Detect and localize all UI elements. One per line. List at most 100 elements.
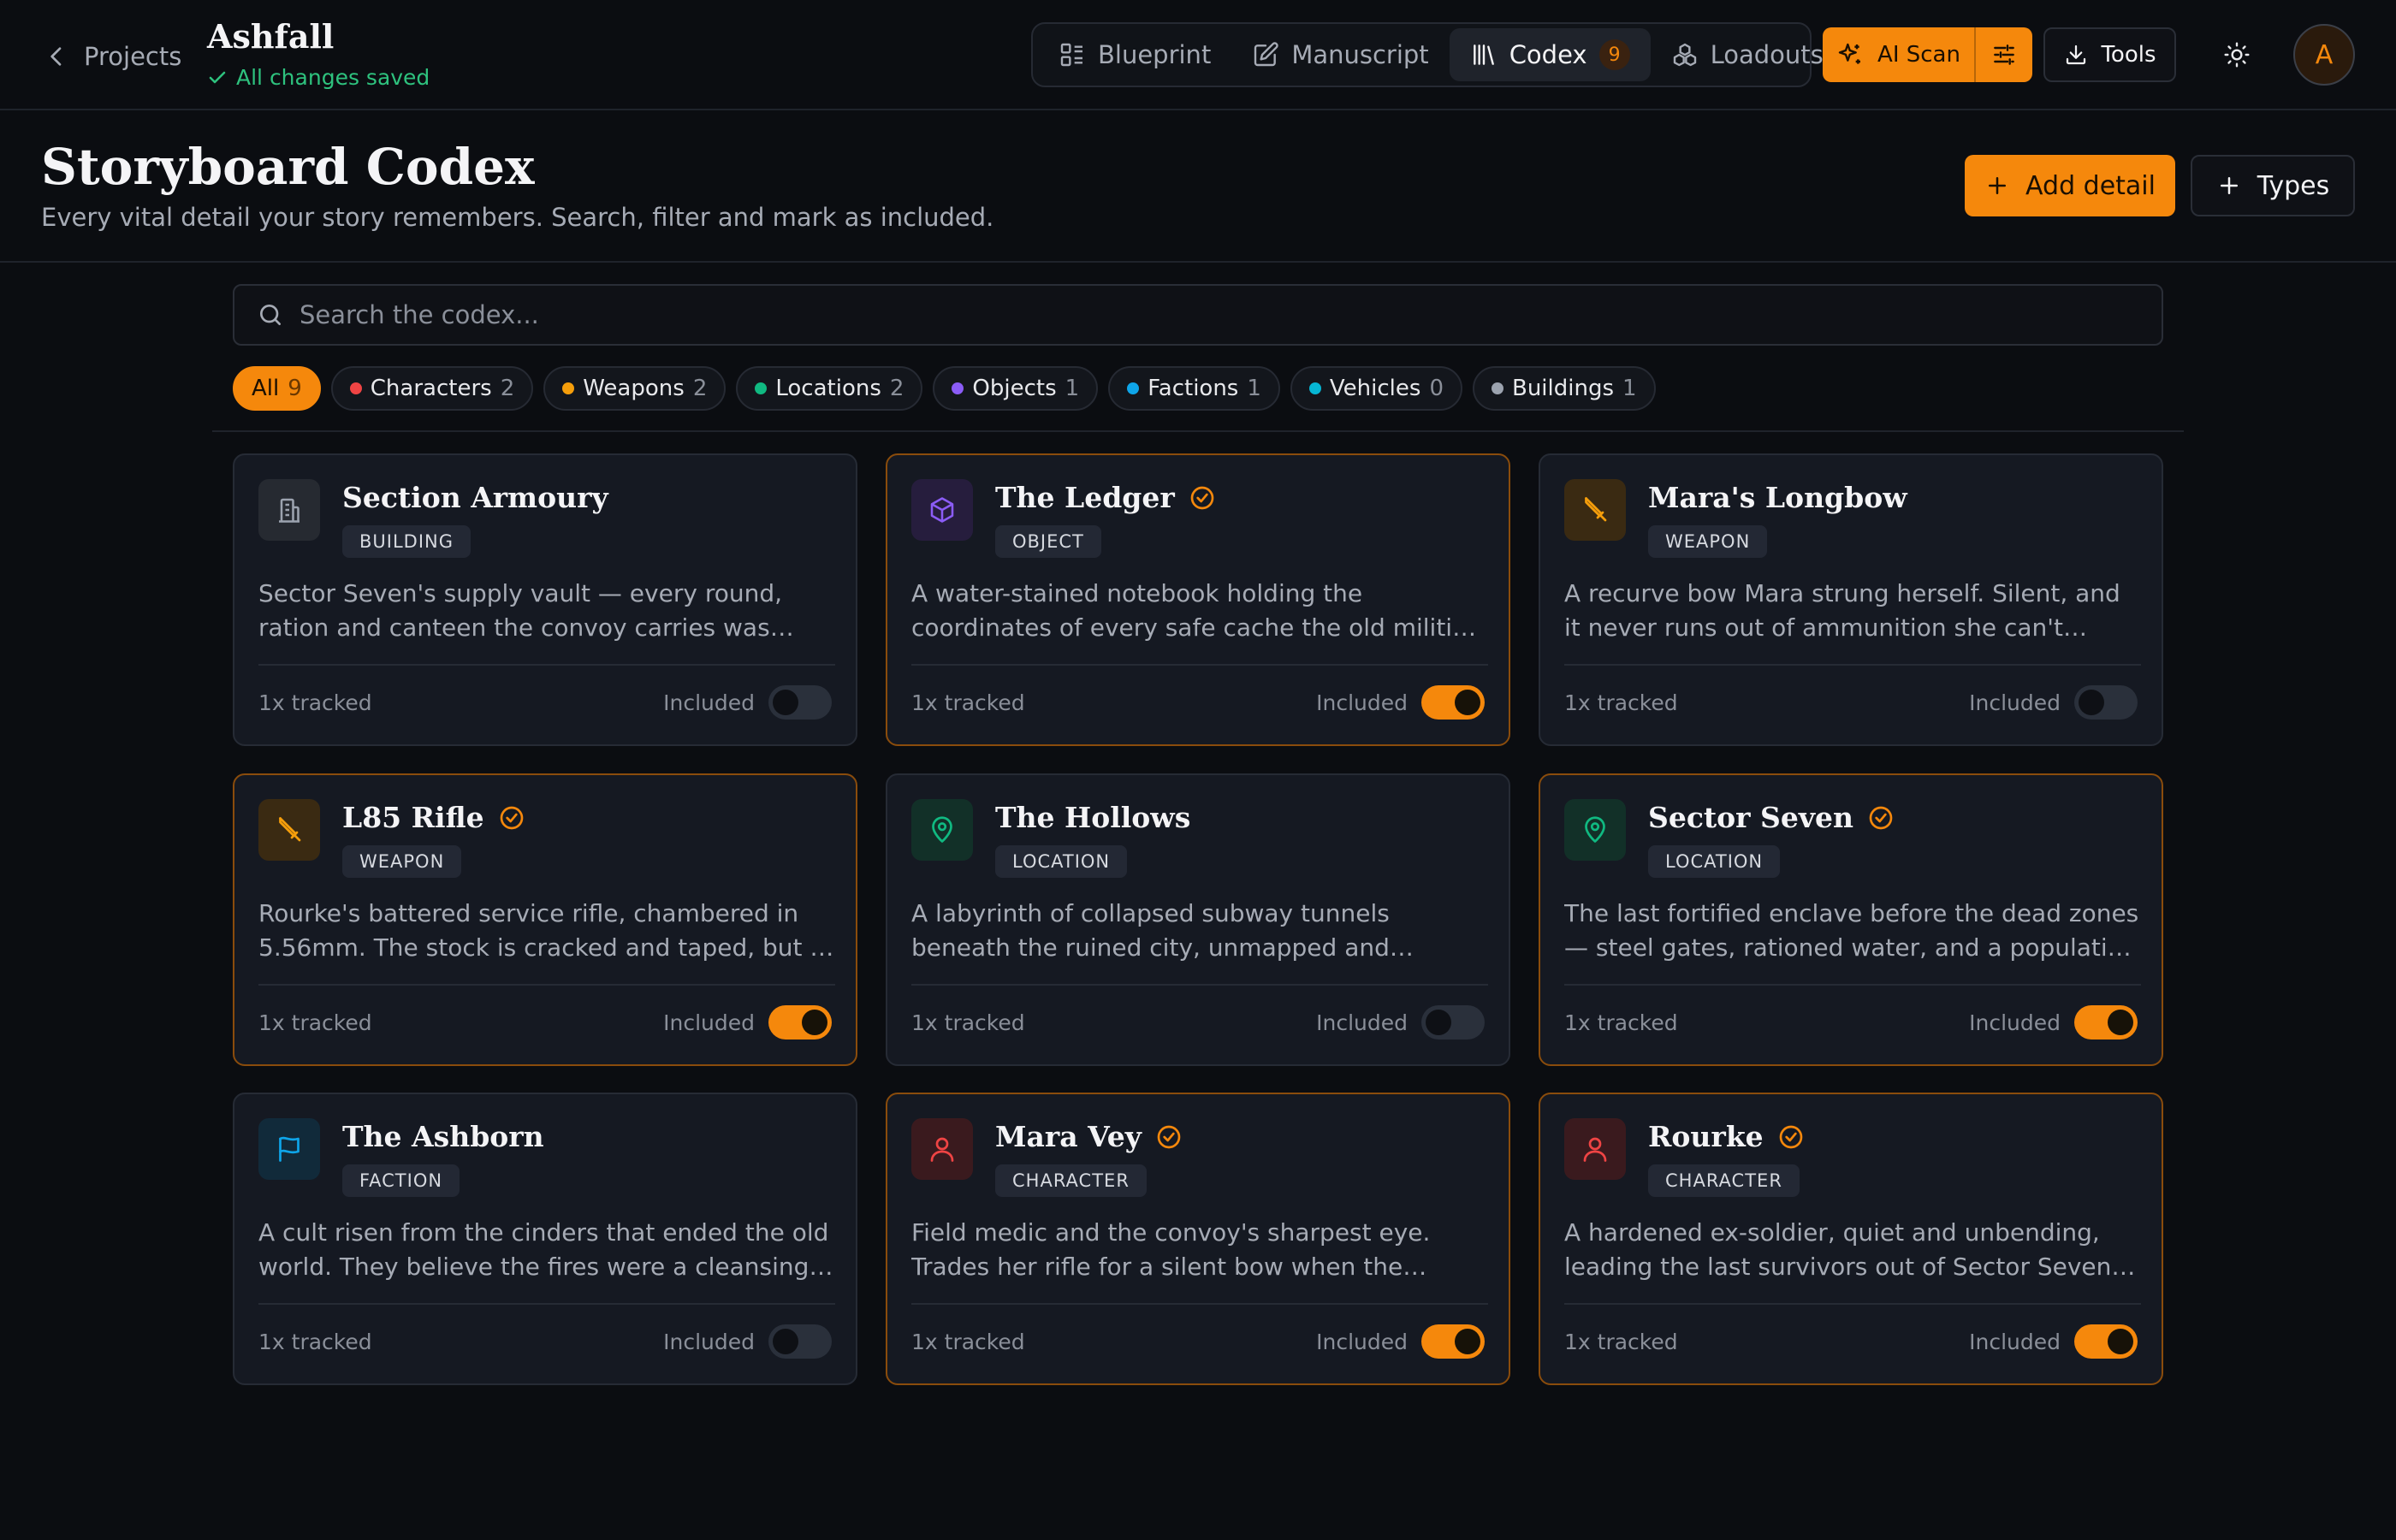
card-divider	[258, 984, 835, 986]
included-label: Included	[663, 1329, 755, 1354]
theme-toggle-button[interactable]	[2216, 34, 2257, 75]
codex-card[interactable]: Section Armoury BUILDING Sector Seven's …	[233, 453, 857, 746]
card-title: Mara Vey	[995, 1120, 1142, 1153]
card-type-icon-box	[258, 479, 320, 541]
codex-search	[233, 284, 2163, 346]
toggle-knob	[773, 690, 798, 715]
tab-label: Manuscript	[1291, 40, 1429, 69]
plus-icon	[2220, 177, 2238, 194]
included-toggle[interactable]	[1421, 1005, 1485, 1040]
included-label: Included	[663, 690, 755, 715]
ai-scan-label: AI Scan	[1877, 42, 1960, 68]
card-included-control: Included	[1316, 1001, 1485, 1044]
codex-card[interactable]: The Hollows LOCATION A labyrinth of coll…	[886, 773, 1510, 1066]
chip-count: 2	[500, 376, 515, 401]
included-toggle[interactable]	[1421, 1324, 1485, 1359]
color-dot	[562, 382, 575, 394]
chip-label: Factions	[1148, 376, 1239, 401]
chip-count: 2	[889, 376, 904, 401]
ai-scan-split-button: AI Scan	[1823, 27, 2032, 82]
included-toggle[interactable]	[768, 1324, 832, 1359]
tab-codex[interactable]: Codex 9	[1449, 28, 1651, 81]
ai-scan-options-button[interactable]	[1976, 27, 2032, 82]
tools-button[interactable]: Tools	[2043, 27, 2176, 82]
chip-count: 1	[1247, 376, 1261, 401]
filter-chip-objects[interactable]: Objects 1	[933, 366, 1099, 411]
codex-card[interactable]: Rourke CHARACTER A hardened ex-soldier, …	[1539, 1093, 2163, 1385]
toggle-knob	[2108, 1329, 2133, 1354]
card-included-control: Included	[1316, 1320, 1485, 1363]
card-type-icon-box	[1564, 1118, 1626, 1180]
included-toggle[interactable]	[768, 685, 832, 720]
color-dot	[349, 382, 362, 394]
chip-label: Buildings	[1511, 376, 1615, 401]
card-included-control: Included	[663, 681, 832, 724]
card-divider	[911, 984, 1488, 986]
back-to-projects-link[interactable]: Projects	[43, 38, 181, 75]
included-label: Included	[1316, 1329, 1408, 1354]
card-included-control: Included	[1316, 681, 1485, 724]
avatar[interactable]: A	[2293, 24, 2355, 86]
filter-chip-vehicles[interactable]: Vehicles 0	[1290, 366, 1462, 411]
map-pin-icon	[1585, 816, 1605, 843]
card-type-badge: CHARACTER	[1648, 1164, 1800, 1197]
card-type-badge: WEAPON	[342, 845, 462, 878]
card-divider	[258, 664, 835, 666]
color-dot	[1308, 382, 1321, 394]
tab-manuscript[interactable]: Manuscript	[1231, 28, 1449, 81]
filter-chip-all[interactable]: All 9	[233, 366, 321, 411]
filter-chip-weapons[interactable]: Weapons 2	[543, 366, 727, 411]
card-tracked-count: 1x tracked	[911, 690, 1025, 715]
sword-icon	[1585, 497, 1607, 522]
card-type-icon-box	[258, 1118, 320, 1180]
verified-check-icon	[1869, 806, 1893, 829]
plus-icon	[1989, 177, 2007, 194]
back-link-label: Projects	[84, 42, 182, 71]
card-divider	[911, 664, 1488, 666]
codex-card[interactable]: Mara Vey CHARACTER Field medic and the c…	[886, 1093, 1510, 1385]
card-title-row: Section Armoury	[342, 481, 608, 514]
card-divider	[258, 1303, 835, 1305]
card-title: The Hollows	[995, 801, 1191, 834]
card-description: A cult risen from the cinders that ended…	[258, 1218, 829, 1281]
filter-chip-buildings[interactable]: Buildings 1	[1472, 366, 1656, 411]
card-title-row: Rourke	[1648, 1120, 1805, 1153]
chevron-left-icon	[50, 47, 62, 66]
card-included-control: Included	[1969, 1001, 2138, 1044]
filter-chip-factions[interactable]: Factions 1	[1108, 366, 1280, 411]
search-input[interactable]	[300, 300, 2139, 329]
codex-card[interactable]: Mara's Longbow WEAPON A recurve bow Mara…	[1539, 453, 2163, 746]
filter-chip-locations[interactable]: Locations 2	[736, 366, 923, 411]
card-description: The last fortified enclave before the de…	[1564, 899, 2139, 962]
color-dot	[755, 382, 768, 394]
filter-chip-characters[interactable]: Characters 2	[330, 366, 534, 411]
card-title-row: Mara Vey	[995, 1120, 1183, 1153]
included-toggle[interactable]	[1421, 685, 1485, 720]
toggle-knob	[802, 1010, 827, 1035]
sword-icon	[279, 817, 301, 842]
codex-card[interactable]: The Ashborn FACTION A cult risen from th…	[233, 1093, 857, 1385]
types-label: Types	[2257, 170, 2330, 201]
card-description: A hardened ex-soldier, quiet and unbendi…	[1564, 1218, 2120, 1281]
codex-card[interactable]: The Ledger OBJECT A water-stained notebo…	[886, 453, 1510, 746]
chip-label: All	[252, 376, 280, 401]
map-pin-icon	[932, 816, 952, 843]
ai-scan-button[interactable]: AI Scan	[1823, 27, 1976, 82]
add-detail-button[interactable]: Add detail	[1965, 155, 2175, 216]
included-toggle[interactable]	[2074, 685, 2138, 720]
tab-loadouts[interactable]: Loadouts	[1651, 28, 1844, 81]
codex-card[interactable]: L85 Rifle WEAPON Rourke's battered servi…	[233, 773, 857, 1066]
color-dot	[952, 382, 964, 394]
card-type-icon-box	[258, 799, 320, 861]
card-tracked-count: 1x tracked	[1564, 1329, 1678, 1354]
included-toggle[interactable]	[2074, 1324, 2138, 1359]
library-icon	[1473, 44, 1494, 65]
included-toggle[interactable]	[2074, 1005, 2138, 1040]
tab-blueprint[interactable]: Blueprint	[1038, 28, 1231, 81]
included-toggle[interactable]	[768, 1005, 832, 1040]
card-type-badge: LOCATION	[995, 845, 1128, 878]
codex-card[interactable]: Sector Seven LOCATION The last fortified…	[1539, 773, 2163, 1066]
types-button[interactable]: Types	[2191, 155, 2355, 216]
card-divider	[911, 1303, 1488, 1305]
card-divider	[1564, 984, 2141, 986]
